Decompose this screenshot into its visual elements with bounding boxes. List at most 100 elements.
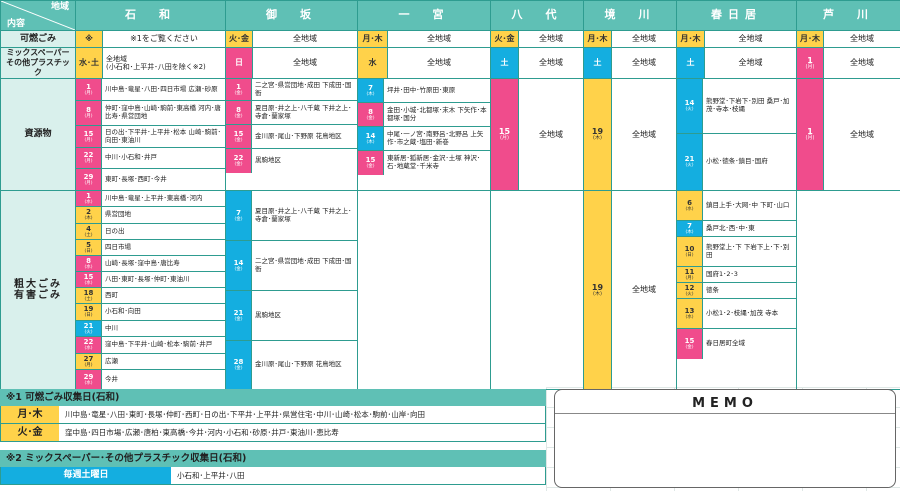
day-cell: 19 (木) [583, 190, 612, 390]
schedule-entry: 21 (火) 小松･徳条･鎮目･国府 [677, 134, 796, 190]
schedule-entry: 14 (木) 中尾･一ノ宮･南野呂･北野呂 上矢作･市之蔵･塩田･新巻 [358, 127, 490, 151]
area-cell: 全地域 [611, 78, 677, 191]
schedule-entry: 15 (金) 金川原･尾山･下野原 花鳥地区 [226, 125, 357, 149]
day-cell: 22 (金) [226, 149, 252, 173]
area-line: (小石和･上平井･八田を除く※2) [106, 63, 206, 71]
area-text: 鎮目上手･大网･中 下町･山口 [706, 200, 790, 209]
area-text: 黒駒地区 [255, 310, 281, 319]
day-cell: 1 (金) [226, 79, 252, 100]
area-text: 中川･小石和･井戸 [105, 153, 157, 162]
burnable-row: 可燃ごみ ※ ※1をご覧ください 火･金 全地域 月･木 全地域 火･金 全地域… [0, 30, 900, 48]
day-cell: 7 (木) [677, 221, 703, 236]
mixed-paper-label: ミックスペーパー その他プラスチック [0, 47, 76, 79]
district-kasugai: 春日居 [676, 0, 797, 31]
weekday: (月) [84, 114, 93, 120]
misaka-resources: 1 (金) 二之宮･県営団地･成田 下成田･国衙 8 (金) 夏目原･井之上･八千蔵 下井… [225, 78, 358, 191]
day-cell: 土 [676, 47, 705, 79]
day-cell: 月･木 [676, 30, 705, 48]
day-cell: 21 (火) [76, 321, 102, 336]
schedule-entry: 7 (木) 坪井･田中･竹原田･東原 [358, 79, 490, 103]
area-cell: 全地域 [252, 30, 358, 48]
schedule-entry: 29 (水) 今井 [76, 370, 225, 389]
day-cell: 28 (金) [226, 341, 252, 389]
yatsushiro-bulky-empty [490, 190, 584, 390]
schedule-entry: 8 (金) 金田･小城･北都塚･末木 下矢作･本都塚･国分 [358, 103, 490, 127]
day-num: 1 [86, 191, 91, 200]
ashigawa-bulky-empty [796, 190, 900, 390]
schedule-entry: 7 (木) 桑戸北･西･中･東 [677, 221, 796, 237]
day-cell: 1 (月) [796, 47, 824, 79]
area-text: 二之宮･県営団地･成田 下成田･国衙 [255, 80, 352, 97]
weekday: (火) [685, 163, 694, 169]
area-cell: 全地域 [823, 47, 900, 79]
corner-bottom-label: 内容 [7, 18, 26, 29]
day-cell: 21 (火) [677, 134, 703, 190]
note1-title: ※1 可燃ごみ収集日(石和) [0, 389, 546, 406]
schedule-entry: 18 (土) 西町 [76, 288, 225, 304]
area-text: 川中島･竜星･上平井･東高橋･河内 [105, 193, 203, 202]
day-cell: 8 (金) [226, 101, 252, 124]
area-text: 東新居･狐新居･金沢･土塚 神沢･石･地蔵堂･千米寺 [387, 154, 481, 170]
schedule-entry: 11 (月) 国府1･2･3 [677, 267, 796, 283]
resources-row: 資源物 1 (月) 川中島･竜星･八田･四日市場 広瀬･砂原 8 (月) 仲町･窪中島･山… [0, 78, 900, 191]
day-num: 18 [83, 288, 94, 297]
weekday: (月) [84, 180, 93, 186]
day-cell: 8 (金) [358, 103, 384, 126]
day-cell: 土 [583, 47, 612, 79]
memo-box: MEMO [554, 389, 896, 488]
weekday: (金) [366, 115, 375, 121]
day-cell: 18 (土) [76, 288, 102, 303]
resources-label: 資源物 [0, 78, 76, 191]
weekday: (金) [234, 162, 243, 168]
day-num: 10 [684, 244, 695, 253]
day-num: 21 [83, 321, 94, 330]
isawa-bulky: 1 (水) 川中島･竜星･上平井･東高橋･河内 2 (木) 県営団地 4 (土) 日の出 5 (日)… [75, 190, 226, 390]
day-num: 29 [83, 172, 94, 181]
area-text: 八田･東町･長塚･仲町･東油川 [105, 274, 190, 283]
day-cell: 15 (金) [358, 151, 384, 175]
note2-key: 毎週土曜日 [1, 467, 171, 484]
area-cell: 全地域 [704, 47, 797, 79]
day-cell: 15 (金) [226, 125, 252, 148]
area-text: 川中島･竜星･八田･四日市場 広瀬･砂原 [105, 84, 218, 93]
schedule-entry: 19 (日) 小石和･向田 [76, 304, 225, 321]
weekday: (木) [593, 135, 602, 142]
weekday: (木) [593, 290, 602, 297]
schedule-entry: 8 (月) 仲町･窪中島･山崎･駒前･東高橋 河内･唐比寿･県営団地 [76, 101, 225, 126]
weekday: (水) [685, 314, 694, 320]
area-cell: 全地域 [518, 47, 584, 79]
ichinomiya-bulky-empty [357, 190, 491, 390]
weekday: (水) [84, 380, 93, 386]
weekday: (金) [234, 266, 243, 272]
isawa-resources: 1 (月) 川中島･竜星･八田･四日市場 広瀬･砂原 8 (月) 仲町･窪中島･山崎･駒前… [75, 78, 226, 191]
note2-row: 毎週土曜日 小石和･上平井･八田 [0, 467, 546, 485]
weekday: (金) [685, 345, 694, 351]
day-cell: 火･金 [225, 30, 253, 48]
area-text: 金川原･尾山･下野原 花鳥地区 [255, 131, 342, 140]
district-isawa: 石 和 [75, 0, 226, 31]
schedule-entry: 22 (水) 窪中島･下平井･山崎･松本･駒前･井戸 [76, 337, 225, 354]
day-num: 8 [368, 107, 373, 116]
schedule-entry: 28 (金) 金川原･尾山･下野原 花鳥地区 [226, 341, 357, 389]
kasugai-bulky: 6 (水) 鎮目上手･大网･中 下町･山口 7 (木) 桑戸北･西･中･東 10 (日) 熊野堂… [676, 190, 797, 390]
day-cell: 5 (日) [76, 240, 102, 255]
area-text: 春日居町全域 [706, 339, 745, 348]
day-cell: 19 (日) [76, 304, 102, 320]
area-cell: 全地域 [823, 30, 900, 48]
misaka-bulky: 7 (金) 夏目原･井之上･八千蔵 下井之上･寺倉･蘭家塚 14 (金) 二之宮･県営団地… [225, 190, 358, 390]
note2-title: ※2 ミックスペーパー･その他プラスチック収集日(石和) [0, 450, 546, 467]
weekday: (金) [234, 316, 243, 322]
weekday: (土) [84, 232, 93, 238]
day-cell: 29 (月) [76, 169, 102, 190]
weekday: (木) [366, 91, 375, 97]
day-cell: 月･木 [796, 30, 824, 48]
day-cell: 10 (日) [677, 237, 703, 266]
day-cell: 水 [357, 47, 388, 79]
weekday: (火) [84, 329, 93, 335]
district-misaka: 御 坂 [225, 0, 358, 31]
day-cell: 月･木 [583, 30, 612, 48]
weekday: (月) [84, 362, 93, 368]
weekday: (火) [685, 107, 694, 113]
weekday: (金) [234, 90, 243, 96]
area-cell: 全地域 [611, 30, 677, 48]
